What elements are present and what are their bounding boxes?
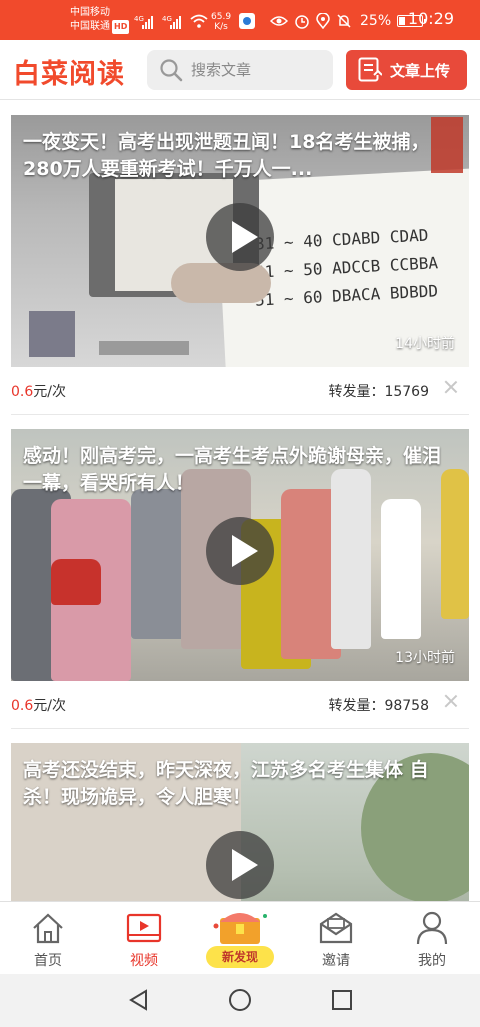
back-triangle-icon[interactable] xyxy=(127,988,151,1012)
video-title: 高考还没结束，昨天深夜，江苏多名考生集体 自 杀！现场诡异，令人胆寒！ xyxy=(23,759,429,808)
divider xyxy=(11,414,469,415)
app-logo: 白菜阅读 xyxy=(13,59,125,90)
mute-icon xyxy=(337,14,351,28)
carrier-2: 中国联通 xyxy=(70,21,110,32)
upload-label: 文章上传 xyxy=(390,61,451,80)
card-meta: 0.6元/次 转发量：15769 xyxy=(11,367,469,411)
envelope-icon xyxy=(319,912,353,944)
post-age: 14小时前 xyxy=(395,336,455,352)
recents-square-icon[interactable] xyxy=(330,988,354,1012)
tab-label: 我的 xyxy=(418,953,446,969)
hd-badge: HD xyxy=(112,20,130,34)
app-header: 白菜阅读 文章上传 xyxy=(0,40,480,100)
feed-card[interactable]: 31 ~ 40 CDABD CDAD 41 ~ 50 ADCCB CCBBA 5… xyxy=(0,115,480,415)
reward-price: 0.6元/次 xyxy=(11,384,66,400)
tab-video[interactable]: 视频 xyxy=(96,902,192,975)
net-speed: 65.9 K/s xyxy=(211,12,232,32)
video-title: 一夜变天！高考出现泄题丑闻！18名考生被捕，280万人要重新考试！千万人一... xyxy=(23,131,430,180)
svg-text:4G: 4G xyxy=(162,15,172,23)
wifi-icon xyxy=(190,14,208,28)
share-count: 转发量：98758 xyxy=(328,698,429,714)
app-screen: 中国移动 中国联通 HD 4G 4G 65.9 K/s 25% 10:29 白菜… xyxy=(0,0,480,1027)
article-upload-button[interactable]: 文章上传 xyxy=(346,50,467,90)
tab-invite[interactable]: 邀请 xyxy=(288,902,384,975)
close-icon[interactable] xyxy=(441,377,461,397)
feed-card[interactable]: 感动！刚高考完，一高考生考点外跪谢母亲，催泪一幕，看哭所有人！ 13小时前 0.… xyxy=(0,429,480,729)
system-navigation-bar xyxy=(0,974,480,1027)
status-icons: 25% xyxy=(270,10,427,32)
tab-label: 首页 xyxy=(34,953,62,969)
play-icon[interactable] xyxy=(206,203,274,271)
video-title: 感动！刚高考完，一高考生考点外跪谢母亲，催泪一幕，看哭所有人！ xyxy=(23,445,442,494)
home-icon xyxy=(33,913,63,944)
video-thumbnail[interactable]: 感动！刚高考完，一高考生考点外跪谢母亲，催泪一幕，看哭所有人！ 13小时前 xyxy=(11,429,469,681)
video-feed[interactable]: 31 ~ 40 CDABD CDAD 41 ~ 50 ADCCB CCBBA 5… xyxy=(0,101,480,901)
svg-text:4G: 4G xyxy=(134,15,144,23)
bottom-tab-bar: 首页 视频 新发现 邀请 我的 xyxy=(0,901,480,974)
battery-percent: 25% xyxy=(360,13,392,29)
video-thumbnail[interactable]: 31 ~ 40 CDABD CDAD 41 ~ 50 ADCCB CCBBA 5… xyxy=(11,115,469,367)
person-icon xyxy=(416,911,448,945)
tab-label: 视频 xyxy=(130,953,158,969)
play-icon[interactable] xyxy=(206,831,274,899)
post-age: 13小时前 xyxy=(395,650,455,666)
carrier-1: 中国移动 xyxy=(70,7,110,18)
discover-badge: 新发现 xyxy=(206,946,274,968)
search-box[interactable] xyxy=(147,50,333,90)
tab-label: 邀请 xyxy=(322,953,350,969)
close-icon[interactable] xyxy=(441,691,461,711)
search-icon xyxy=(160,59,183,82)
video-thumbnail[interactable]: 高考还没结束，昨天深夜，江苏多名考生集体 自 杀！现场诡异，令人胆寒！ xyxy=(11,743,469,901)
tab-home[interactable]: 首页 xyxy=(0,902,96,975)
feed-card[interactable]: 高考还没结束，昨天深夜，江苏多名考生集体 自 杀！现场诡异，令人胆寒！ xyxy=(0,743,480,901)
tab-discover[interactable]: 新发现 xyxy=(192,902,288,975)
eye-icon xyxy=(270,16,288,26)
tab-profile[interactable]: 我的 xyxy=(384,902,480,975)
card-meta: 0.6元/次 转发量：98758 xyxy=(11,681,469,725)
signal-icon-2: 4G xyxy=(162,15,181,29)
app-notification-icon xyxy=(239,13,255,29)
reward-price: 0.6元/次 xyxy=(11,698,66,714)
play-icon[interactable] xyxy=(206,517,274,585)
home-circle-icon[interactable] xyxy=(228,988,252,1012)
share-count: 转发量：15769 xyxy=(328,384,429,400)
location-icon xyxy=(316,13,330,29)
signal-icon: 4G xyxy=(134,15,153,29)
search-input[interactable] xyxy=(191,61,321,79)
status-bar: 中国移动 中国联通 HD 4G 4G 65.9 K/s 25% 10:29 xyxy=(0,0,480,40)
clock: 10:29 xyxy=(407,9,454,28)
carrier-info: 中国移动 中国联通 HD xyxy=(70,6,130,34)
divider xyxy=(11,728,469,729)
alarm-icon xyxy=(295,15,309,29)
upload-document-icon xyxy=(358,57,382,82)
video-icon xyxy=(126,913,162,943)
treasure-chest-icon xyxy=(213,913,267,944)
